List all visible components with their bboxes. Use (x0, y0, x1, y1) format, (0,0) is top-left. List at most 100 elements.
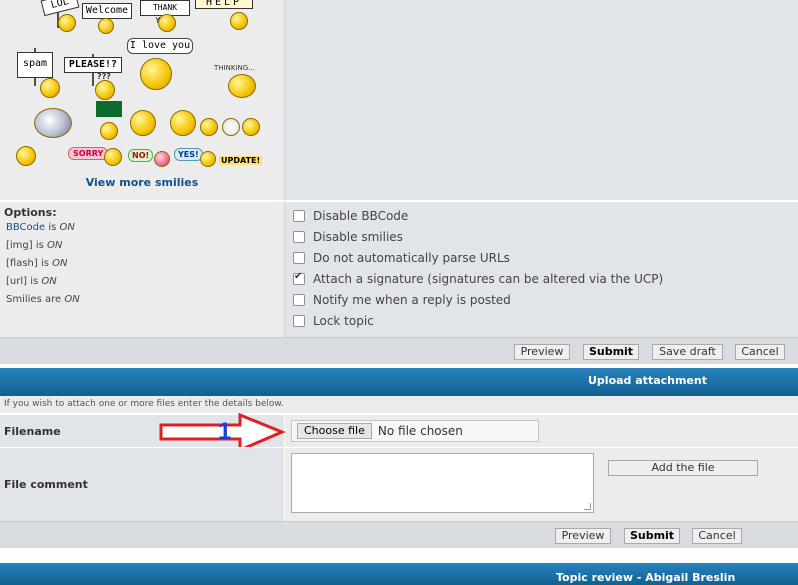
status-state: ON (41, 276, 57, 287)
option-status-url: [url] is ON (6, 276, 57, 287)
cancel-button[interactable]: Cancel (735, 344, 785, 360)
checkbox[interactable] (293, 252, 305, 264)
smiley-icon[interactable] (40, 78, 60, 98)
smiley-sorry[interactable]: SORRY (68, 147, 109, 160)
status-name: [url] (6, 276, 28, 287)
sign-text: LOL (49, 0, 70, 12)
checkbox-disable-smilies[interactable]: Disable smilies (293, 230, 403, 244)
smiley-welcome[interactable]: Welcome (82, 3, 132, 19)
checkbox[interactable] (293, 294, 305, 306)
topic-review-title: Topic review - Abigail Breslin (556, 571, 736, 584)
smiley-icon[interactable] (222, 118, 240, 136)
smiley-icon[interactable] (154, 151, 170, 167)
smiley-thinking-icon[interactable] (228, 74, 256, 98)
checkbox-disable-bbcode[interactable]: Disable BBCode (293, 209, 408, 223)
spacer (0, 548, 798, 562)
options-title: Options: (4, 206, 57, 219)
checkbox[interactable] (293, 231, 305, 243)
status-state: ON (47, 240, 63, 251)
smiley-icon[interactable] (230, 12, 248, 30)
status-name: [flash] (6, 258, 38, 269)
smiley-love-bubble[interactable]: I love you (127, 38, 193, 54)
smiley-help[interactable]: HELP (195, 0, 253, 9)
checkbox[interactable] (293, 210, 305, 222)
status-suffix: are (41, 294, 65, 305)
sign-text: Welcome (85, 5, 129, 16)
smiley-icon[interactable] (95, 80, 115, 100)
checkbox-disable-url-parse[interactable]: Do not automatically parse URLs (293, 251, 510, 265)
checkbox-label: Disable BBCode (313, 209, 409, 223)
checkbox[interactable] (293, 315, 305, 327)
submit-button[interactable]: Submit (583, 344, 639, 360)
checkbox-label: Disable smilies (313, 230, 403, 244)
smiley-icon[interactable] (130, 110, 156, 136)
upload-intro: If you wish to attach one or more files … (0, 396, 798, 413)
file-comment-label-cell: File comment (0, 447, 284, 522)
checkbox-label: Lock topic (313, 314, 374, 328)
resize-grip-icon[interactable] (584, 503, 591, 510)
checkbox-checked[interactable] (293, 271, 305, 285)
status-suffix: is (27, 276, 42, 287)
upload-attachment-header: Upload attachment (0, 368, 798, 396)
smiley-yes[interactable]: YES! (174, 148, 203, 161)
smiley-icon[interactable] (98, 18, 114, 34)
filename-label: Filename (4, 425, 61, 438)
smiley-icon[interactable] (200, 151, 216, 167)
cancel-button-bottom[interactable]: Cancel (692, 528, 742, 544)
pakistan-flag-icon[interactable] (96, 101, 122, 117)
smiley-spam[interactable]: spam (17, 52, 53, 78)
topic-review-header: Topic review - Abigail Breslin (0, 563, 798, 585)
option-status-bbcode: BBCode is ON (6, 222, 75, 233)
file-comment-textarea[interactable] (291, 453, 594, 513)
upload-title: Upload attachment (588, 374, 707, 387)
sign-text: spam (22, 58, 48, 69)
option-status-flash: [flash] is ON (6, 258, 68, 269)
choose-file-button[interactable]: Choose file (297, 423, 372, 439)
smilies-panel (0, 0, 285, 200)
status-name: Smilies (6, 294, 42, 305)
view-more-smilies-link[interactable]: View more smilies (0, 176, 284, 189)
smiley-icon[interactable] (242, 118, 260, 136)
smiley-update[interactable]: UPDATE! (219, 156, 263, 165)
file-comment-label: File comment (4, 478, 88, 491)
checkbox-label: Do not automatically parse URLs (313, 251, 510, 265)
file-input[interactable]: Choose file No file chosen (291, 420, 539, 442)
checkbox-notify-reply[interactable]: Notify me when a reply is posted (293, 293, 511, 307)
smiley-icon[interactable] (158, 14, 176, 32)
status-suffix: is (32, 240, 48, 251)
submit-button-bottom[interactable]: Submit (624, 528, 680, 544)
speech-text: I love you (129, 40, 191, 51)
smiley-thinking-text: THINKING... (214, 64, 255, 72)
smiley-icon[interactable] (200, 118, 218, 136)
status-suffix: is (45, 222, 60, 233)
status-suffix: is (37, 258, 53, 269)
option-status-smilies: Smilies are ON (6, 294, 80, 305)
checkbox-lock-topic[interactable]: Lock topic (293, 314, 374, 328)
smiley-love-icon[interactable] (140, 58, 172, 90)
preview-button-bottom[interactable]: Preview (555, 528, 611, 544)
annotation-number: 1 (218, 418, 232, 445)
smiley-no[interactable]: NO! (128, 149, 154, 162)
message-preview-area (285, 0, 798, 200)
smiley-party-icon[interactable] (34, 108, 72, 138)
smiley-icon[interactable] (16, 146, 36, 166)
smiley-icon[interactable] (58, 14, 76, 32)
status-state: ON (64, 294, 80, 305)
smiley-icon[interactable] (100, 122, 118, 140)
checkbox-label: Notify me when a reply is posted (313, 293, 511, 307)
upload-intro-text: If you wish to attach one or more files … (4, 399, 284, 409)
status-state: ON (59, 222, 75, 233)
smiley-icon[interactable] (170, 110, 196, 136)
add-file-button[interactable]: Add the file (608, 460, 758, 476)
status-state: ON (52, 258, 68, 269)
smiley-icon[interactable] (104, 148, 122, 166)
checkbox-label: Attach a signature (signatures can be al… (313, 272, 664, 286)
checkbox-attach-signature[interactable]: Attach a signature (signatures can be al… (293, 271, 664, 286)
option-status-img: [img] is ON (6, 240, 62, 251)
status-name: [img] (6, 240, 33, 251)
smiley-please[interactable]: PLEASE!? (64, 57, 122, 73)
bbcode-help-link[interactable]: BBCode (6, 222, 45, 233)
save-draft-button[interactable]: Save draft (652, 344, 723, 360)
preview-button[interactable]: Preview (514, 344, 570, 360)
no-file-chosen-text: No file chosen (377, 424, 463, 438)
